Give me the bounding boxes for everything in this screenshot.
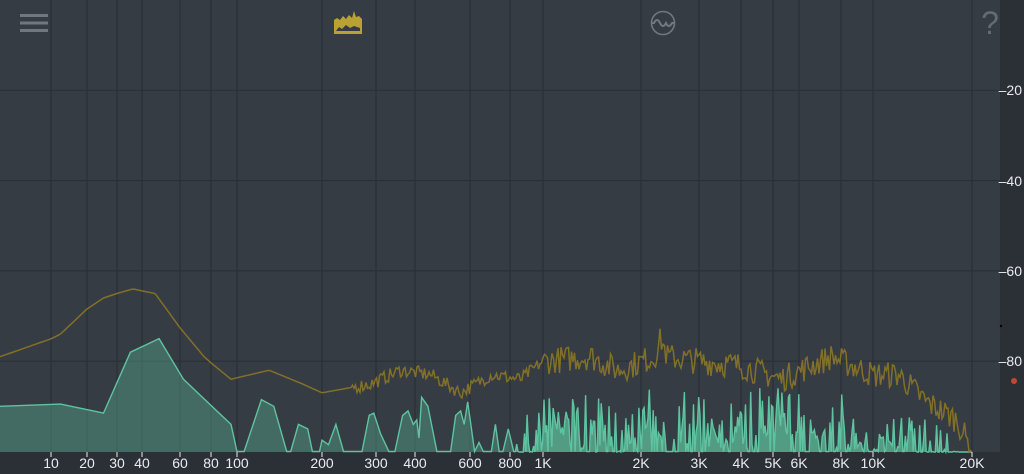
db-tick-label: –80 xyxy=(998,353,1022,370)
freq-tick-label: 10 xyxy=(43,455,59,471)
freq-tick-label: 30 xyxy=(109,455,125,471)
db-tick-label: –60 xyxy=(998,262,1022,279)
db-scale-panel xyxy=(1000,0,1024,474)
freq-tick-label: 100 xyxy=(225,455,249,471)
waveform-circle-icon xyxy=(650,10,676,36)
freq-tick-label: 300 xyxy=(364,455,388,471)
freq-tick-label: 10K xyxy=(860,455,886,471)
freq-tick-label: 6K xyxy=(790,455,808,471)
freq-tick-label: 40 xyxy=(134,455,150,471)
freq-tick-label: 20K xyxy=(959,455,985,471)
freq-tick-label: 4K xyxy=(732,455,750,471)
freq-tick-label: 80 xyxy=(203,455,219,471)
spectrum-plot xyxy=(0,0,1024,474)
level-marker xyxy=(999,324,1003,328)
freq-tick-label: 800 xyxy=(498,455,522,471)
spectrum-view-icon xyxy=(334,11,362,34)
freq-tick-label: 60 xyxy=(172,455,188,471)
hamburger-menu-icon xyxy=(20,14,48,32)
freq-tick-label: 600 xyxy=(458,455,482,471)
freq-tick-label: 20 xyxy=(79,455,95,471)
freq-tick-label: 2K xyxy=(632,455,650,471)
freq-tick-label: 3K xyxy=(690,455,708,471)
clip-indicator-dot xyxy=(1011,378,1017,384)
freq-tick-label: 8K xyxy=(832,455,850,471)
db-tick-label: –40 xyxy=(998,172,1022,189)
waveform-view-button[interactable] xyxy=(646,6,680,40)
menu-button[interactable] xyxy=(17,6,51,40)
spectrum-view-button[interactable] xyxy=(331,6,365,40)
freq-tick-label: 1K xyxy=(534,455,552,471)
help-icon: ? xyxy=(981,4,999,41)
freq-tick-label: 400 xyxy=(403,455,427,471)
help-button[interactable]: ? xyxy=(973,4,1007,41)
db-tick-label: –20 xyxy=(998,82,1022,99)
freq-tick-label: 200 xyxy=(310,455,334,471)
freq-tick-label: 5K xyxy=(764,455,782,471)
